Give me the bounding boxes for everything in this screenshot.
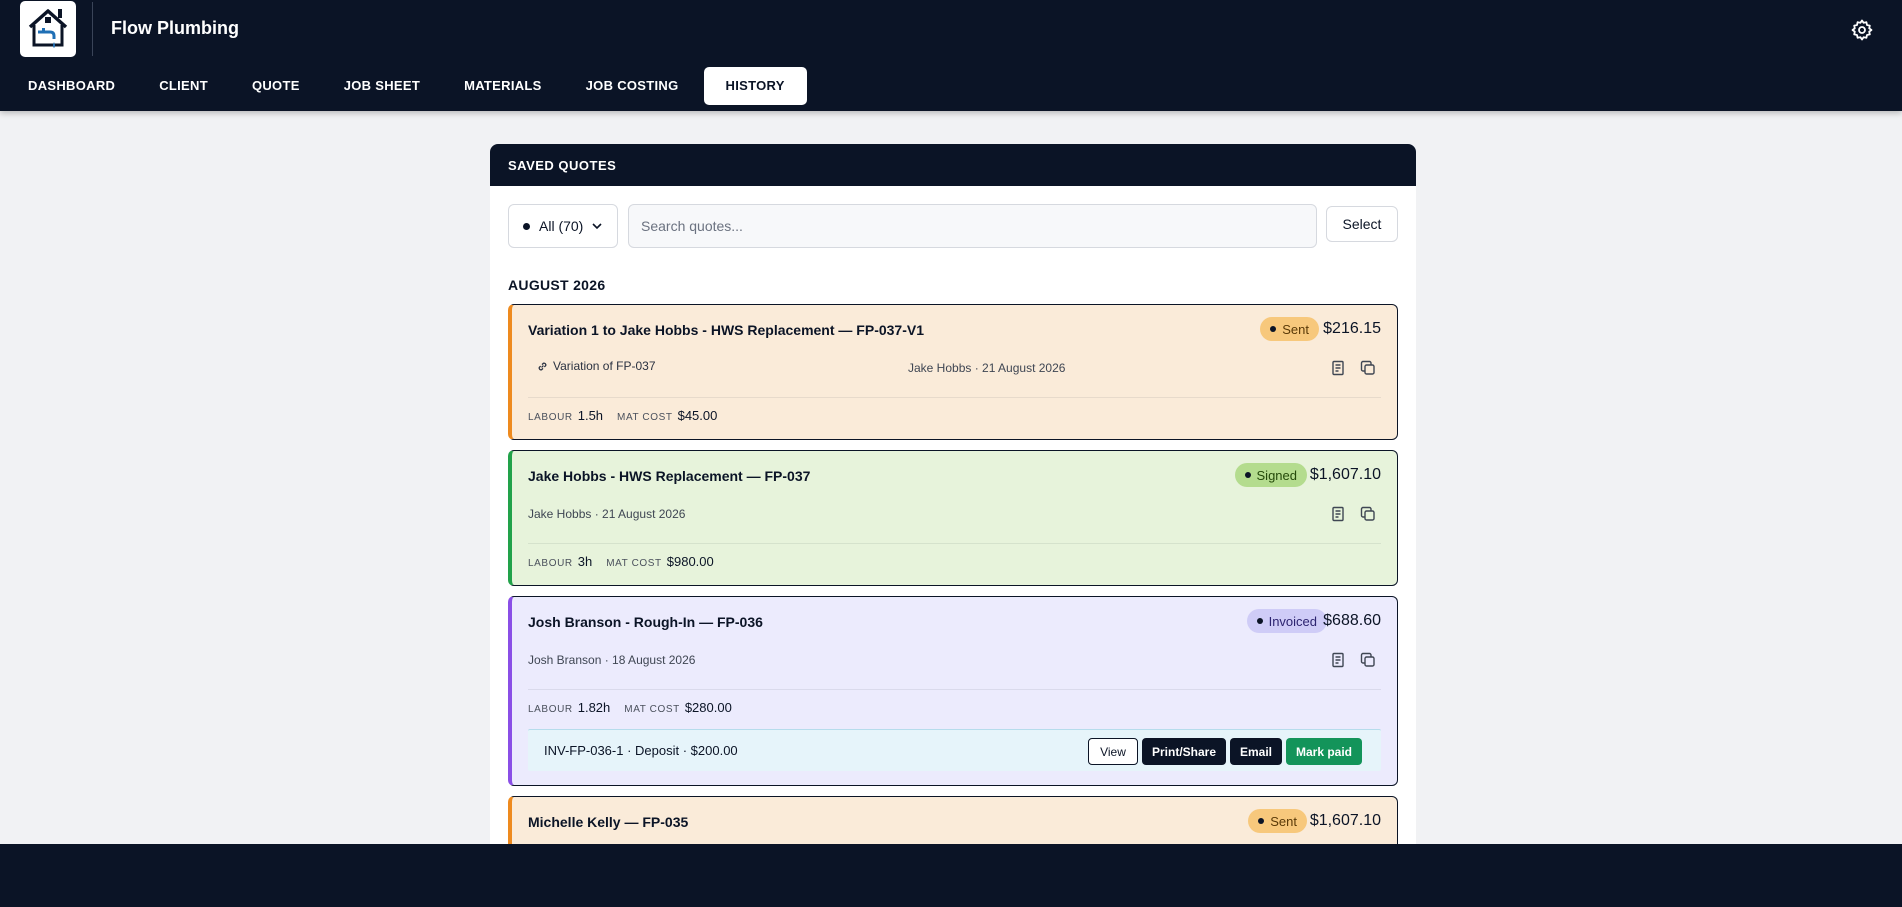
quote-amount: $1,607.10 (1309, 466, 1381, 483)
nav-dashboard[interactable]: DASHBOARD (0, 67, 137, 105)
nav-history[interactable]: HISTORY (703, 67, 807, 105)
status-badge: Invoiced (1246, 609, 1327, 633)
panel-title: SAVED QUOTES (490, 144, 1416, 186)
quote-title: Michelle Kelly — FP-035 (528, 814, 689, 830)
document-icon[interactable] (1329, 505, 1347, 523)
quote-stats: LABOUR 1.82h MAT COST $280.00 (528, 700, 732, 715)
invoice-summary: INV-FP-036-1 · Deposit · $200.00 (544, 743, 738, 758)
variation-link[interactable]: Variation of FP-037 (536, 359, 656, 373)
nav-materials[interactable]: MATERIALS (442, 67, 564, 105)
quote-amount: $688.60 (1323, 612, 1381, 629)
mat-cost-value: $45.00 (677, 408, 718, 423)
status-badge: Signed (1234, 463, 1307, 487)
quote-title: Jake Hobbs - HWS Replacement — FP-037 (528, 468, 811, 484)
quote-meta: Jake Hobbs · 21 August 2026 (528, 507, 686, 521)
chevron-down-icon (592, 223, 602, 230)
quote-stats: LABOUR 1.5h MAT COST $45.00 (528, 408, 718, 423)
copy-icon[interactable] (1359, 505, 1377, 523)
quote-card[interactable]: Variation 1 to Jake Hobbs - HWS Replacem… (508, 304, 1398, 440)
logo-divider (92, 2, 93, 56)
link-icon (538, 362, 547, 370)
quote-amount: $216.15 (1323, 320, 1381, 337)
nav-job-sheet[interactable]: JOB SHEET (322, 67, 442, 105)
quote-card[interactable]: Josh Branson - Rough-In — FP-036 Invoice… (508, 596, 1398, 786)
document-icon[interactable] (1329, 359, 1347, 377)
filter-bar: All (70) Select (508, 204, 1398, 248)
nav-quote[interactable]: QUOTE (230, 67, 322, 105)
filter-dot (523, 222, 530, 230)
nav-client[interactable]: CLIENT (137, 67, 230, 105)
gear-icon[interactable] (1850, 18, 1874, 42)
app-name: Flow Plumbing (111, 18, 239, 38)
status-filter-dropdown[interactable]: All (70) (508, 204, 618, 248)
house-tap-logo-icon (20, 1, 76, 57)
bottom-bar (0, 844, 1902, 907)
select-button[interactable]: Select (1326, 206, 1398, 242)
quote-title: Variation 1 to Jake Hobbs - HWS Replacem… (528, 322, 924, 338)
quote-card[interactable]: Michelle Kelly — FP-035 Sent $1,607.10 (508, 796, 1398, 844)
month-heading: AUGUST 2026 (508, 277, 606, 293)
quote-card[interactable]: Jake Hobbs - HWS Replacement — FP-037 Si… (508, 450, 1398, 586)
quote-stats: LABOUR 3h MAT COST $980.00 (528, 554, 714, 569)
labour-value: 1.5h (577, 408, 604, 423)
labour-value: 3h (577, 554, 593, 569)
view-button[interactable]: View (1088, 738, 1138, 765)
copy-icon[interactable] (1359, 651, 1377, 669)
quote-amount: $1,607.10 (1309, 812, 1381, 829)
nav-job-costing[interactable]: JOB COSTING (564, 67, 701, 105)
quote-meta: Josh Branson · 18 August 2026 (528, 653, 696, 667)
search-input[interactable] (628, 204, 1317, 248)
invoice-row: INV-FP-036-1 · Deposit · $200.00 View Pr… (528, 729, 1381, 771)
copy-icon[interactable] (1359, 359, 1377, 377)
main-nav: DASHBOARD CLIENT QUOTE JOB SHEET MATERIA… (0, 67, 807, 105)
status-badge: Sent (1248, 809, 1307, 833)
app-header: Flow Plumbing DASHBOARD CLIENT QUOTE JOB… (0, 0, 1902, 111)
mat-cost-value: $980.00 (666, 554, 714, 569)
mat-cost-value: $280.00 (684, 700, 732, 715)
mark-paid-button[interactable]: Mark paid (1286, 738, 1362, 765)
quote-meta: Jake Hobbs · 21 August 2026 (908, 361, 1066, 375)
quote-title: Josh Branson - Rough-In — FP-036 (528, 614, 763, 630)
saved-quotes-panel: SAVED QUOTES All (70) Select AUGUST 2026… (490, 144, 1416, 844)
status-badge: Sent (1260, 317, 1319, 341)
print-share-button[interactable]: Print/Share (1142, 738, 1226, 765)
document-icon[interactable] (1329, 651, 1347, 669)
email-button[interactable]: Email (1230, 738, 1282, 765)
labour-value: 1.82h (577, 700, 611, 715)
filter-label: All (70) (539, 218, 584, 234)
